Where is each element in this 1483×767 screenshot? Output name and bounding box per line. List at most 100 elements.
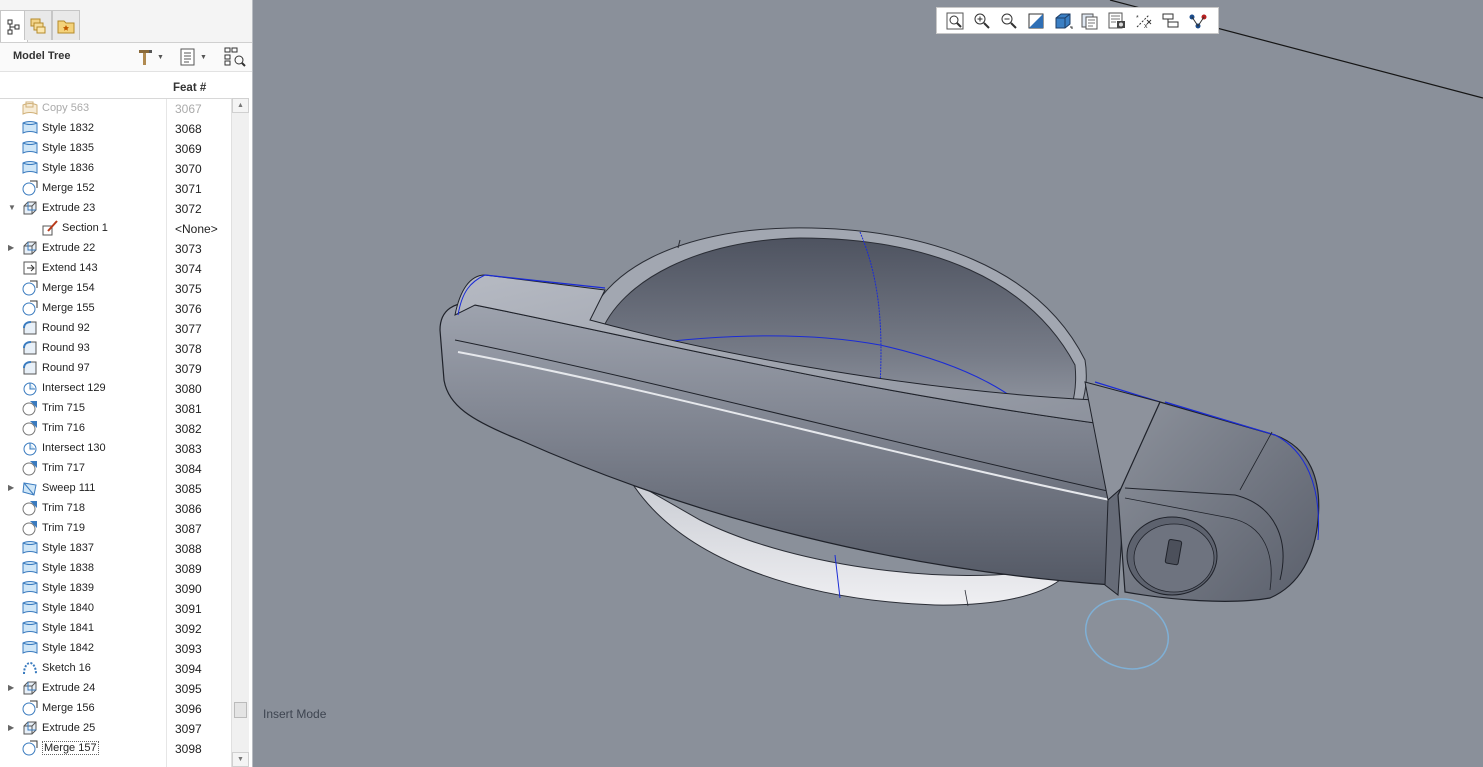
zoom-out-icon (1001, 13, 1017, 29)
chevron-down-icon: ▼ (157, 53, 164, 61)
tree-row[interactable]: Round 93 3078 (0, 338, 230, 358)
datum-display-button[interactable]: * x (1133, 11, 1155, 31)
scrollbar-thumb[interactable] (234, 702, 247, 718)
tree-row[interactable]: Merge 156 3096 (0, 698, 230, 718)
model-tree-toolbar: Model Tree ▼ ▼ (0, 43, 252, 72)
expand-arrow-icon[interactable]: ▶ (8, 723, 16, 733)
tree-row[interactable]: Style 1840 3091 (0, 598, 230, 618)
trim-feature-icon (22, 500, 38, 516)
list-view-icon (180, 48, 195, 66)
feature-name: Merge 156 (42, 702, 95, 714)
feat-number-column-header[interactable]: Feat # (173, 82, 206, 94)
tree-row[interactable]: Copy 563 3067 (0, 98, 230, 118)
tree-row[interactable]: Round 92 3077 (0, 318, 230, 338)
tree-row[interactable]: Intersect 129 3080 (0, 378, 230, 398)
feature-number: 3068 (175, 122, 202, 136)
refit-icon (946, 12, 964, 30)
favorites-tab[interactable] (52, 10, 80, 40)
scroll-up-button[interactable]: ▲ (232, 98, 249, 113)
tree-row[interactable]: Style 1839 3090 (0, 578, 230, 598)
feature-number: 3072 (175, 202, 202, 216)
display-style-button[interactable] (1052, 11, 1074, 31)
feature-number: 3074 (175, 262, 202, 276)
feature-name: Style 1839 (42, 582, 94, 594)
tree-row[interactable]: ▼ Extrude 23 3072 (0, 198, 230, 218)
tree-row[interactable]: Section 1 <None> (0, 218, 230, 238)
repaint-button[interactable] (1025, 11, 1047, 31)
tree-row[interactable]: Trim 715 3081 (0, 398, 230, 418)
tree-row[interactable]: Trim 716 3082 (0, 418, 230, 438)
feature-name: Intersect 130 (42, 442, 106, 454)
collapse-arrow-icon[interactable]: ▼ (8, 203, 16, 213)
feature-name: Extrude 22 (42, 242, 96, 254)
feature-number: 3090 (175, 582, 202, 596)
tree-row[interactable]: Style 1837 3088 (0, 538, 230, 558)
feature-name: Style 1840 (42, 602, 94, 614)
graphics-toolbar: * x (936, 7, 1219, 34)
graphics-window[interactable] (253, 0, 1483, 767)
sweep-feature-icon (22, 480, 38, 496)
tree-row[interactable]: ▶ Extrude 24 3095 (0, 678, 230, 698)
tree-row[interactable]: Style 1841 3092 (0, 618, 230, 638)
feature-name: Trim 715 (42, 402, 85, 414)
tree-row[interactable]: Style 1835 3069 (0, 138, 230, 158)
scroll-down-button[interactable]: ▼ (232, 752, 249, 767)
expand-arrow-icon[interactable]: ▶ (8, 243, 16, 253)
tree-row[interactable]: Merge 152 3071 (0, 178, 230, 198)
refit-button[interactable] (944, 11, 966, 31)
tree-row[interactable]: Style 1842 3093 (0, 638, 230, 658)
expand-arrow-icon[interactable]: ▶ (8, 683, 16, 693)
spin-center-button[interactable] (1187, 11, 1209, 31)
style-feature-icon (22, 600, 38, 616)
tree-scrollbar[interactable]: ▲ ▼ (231, 98, 249, 767)
feature-number: 3069 (175, 142, 202, 156)
favorites-folder-icon (57, 20, 75, 33)
trim-feature-icon (22, 460, 38, 476)
column-divider[interactable] (166, 98, 167, 767)
extrude-feature-icon (22, 200, 38, 216)
style-feature-icon (22, 540, 38, 556)
feature-number: 3098 (175, 742, 202, 756)
view-manager-button[interactable] (1106, 11, 1128, 31)
tree-row[interactable]: Style 1838 3089 (0, 558, 230, 578)
tree-row[interactable]: Style 1836 3070 (0, 158, 230, 178)
tree-row[interactable]: Intersect 130 3083 (0, 438, 230, 458)
saved-views-button[interactable] (1079, 11, 1101, 31)
tree-row[interactable]: Style 1832 3068 (0, 118, 230, 138)
expand-arrow-icon[interactable]: ▶ (8, 483, 16, 493)
tree-row[interactable]: ▶ Extrude 22 3073 (0, 238, 230, 258)
model-tree-panel: Model Tree ▼ ▼ Feat # Style 18343066Copy… (0, 0, 253, 767)
tree-row[interactable]: Trim 717 3084 (0, 458, 230, 478)
zoom-in-button[interactable] (971, 11, 993, 31)
tree-row[interactable]: ▶ Extrude 25 3097 (0, 718, 230, 738)
settings-dropdown[interactable]: ▼ (136, 47, 164, 67)
tree-row[interactable]: Trim 718 3086 (0, 498, 230, 518)
feature-number: 3077 (175, 322, 202, 336)
tree-row[interactable]: ▶ Sweep 111 3085 (0, 478, 230, 498)
tree-row[interactable]: Sketch 16 3094 (0, 658, 230, 678)
zoom-out-button[interactable] (998, 11, 1020, 31)
tree-row[interactable]: Trim 719 3087 (0, 518, 230, 538)
tree-row[interactable]: Round 97 3079 (0, 358, 230, 378)
show-dropdown[interactable]: ▼ (179, 47, 207, 67)
feature-number: 3082 (175, 422, 202, 436)
feature-number: 3076 (175, 302, 202, 316)
feature-name: Round 93 (42, 342, 90, 354)
tree-row[interactable]: Merge 154 3075 (0, 278, 230, 298)
style-feature-icon (22, 640, 38, 656)
tree-filter-button[interactable] (224, 47, 246, 67)
annotation-display-button[interactable] (1160, 11, 1182, 31)
tree-row[interactable]: Extend 143 3074 (0, 258, 230, 278)
repaint-icon (1028, 13, 1044, 29)
section-feature-icon (42, 220, 58, 236)
merge-feature-icon (22, 280, 38, 296)
feature-name: Merge 155 (42, 302, 95, 314)
tree-row[interactable]: Merge 157 3098 (0, 738, 230, 758)
feature-name: Style 1835 (42, 142, 94, 154)
extrude-feature-icon (22, 240, 38, 256)
feature-name: Intersect 129 (42, 382, 106, 394)
layers-tab[interactable] (24, 10, 52, 40)
tree-row[interactable]: Merge 155 3076 (0, 298, 230, 318)
feature-number: 3073 (175, 242, 202, 256)
feature-name: Trim 717 (42, 462, 85, 474)
